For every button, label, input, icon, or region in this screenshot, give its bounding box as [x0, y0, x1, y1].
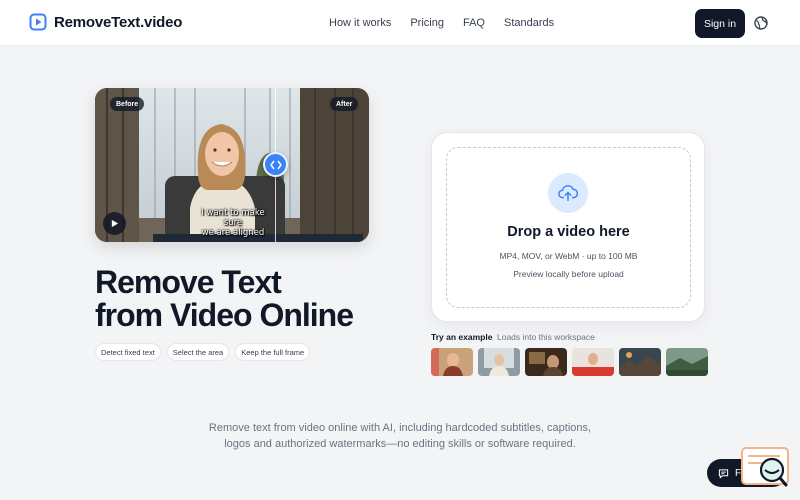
example-thumbnails	[431, 348, 708, 376]
play-icon	[111, 219, 119, 228]
brand-name: RemoveText.video	[54, 13, 183, 31]
nav-how-it-works[interactable]: How it works	[329, 17, 391, 29]
feature-chips: Detect fixed text Select the area Keep t…	[95, 343, 311, 361]
sign-in-button[interactable]: Sign in	[695, 9, 745, 38]
burned-in-subtitle: I want to make sure we are aligned	[201, 208, 265, 238]
accepted-formats: MP4, MOV, or WebM · up to 100 MB	[499, 251, 638, 261]
globe-icon[interactable]	[752, 14, 770, 32]
after-label: After	[330, 97, 359, 111]
page-title: Remove Text from Video Online	[95, 264, 354, 333]
play-button[interactable]	[103, 212, 126, 235]
page-description: Remove text from video online with AI, i…	[208, 422, 592, 450]
example-thumb[interactable]	[431, 348, 473, 376]
cloud-upload-icon	[558, 185, 579, 202]
nav-pricing[interactable]: Pricing	[410, 17, 444, 29]
chip-select-area: Select the area	[166, 343, 230, 361]
chat-icon	[718, 468, 729, 479]
examples-sublabel: Loads into this workspace	[497, 332, 595, 342]
top-bar: RemoveText.video How it works Pricing FA…	[0, 0, 800, 46]
example-thumb[interactable]	[666, 348, 708, 376]
compare-slider-handle[interactable]	[263, 152, 288, 177]
dropzone-title: Drop a video here	[507, 224, 630, 240]
main-nav: How it works Pricing FAQ Standards	[329, 17, 554, 29]
example-thumb[interactable]	[525, 348, 567, 376]
example-thumb[interactable]	[619, 348, 661, 376]
nav-faq[interactable]: FAQ	[463, 17, 485, 29]
preview-note: Preview locally before upload	[513, 269, 624, 279]
example-thumb[interactable]	[572, 348, 614, 376]
upload-icon-badge	[548, 173, 588, 213]
compare-handle-icon	[269, 160, 282, 169]
nav-standards[interactable]: Standards	[504, 17, 554, 29]
before-label: Before	[110, 97, 145, 111]
chip-keep-full-frame: Keep the full frame	[235, 343, 311, 361]
example-thumb[interactable]	[478, 348, 520, 376]
examples-label: Try an example	[431, 332, 493, 342]
brand-logo[interactable]: RemoveText.video	[29, 13, 182, 31]
play-logo-icon	[29, 13, 47, 31]
chip-detect-fixed-text: Detect fixed text	[95, 343, 161, 361]
assistant-widget-icon[interactable]	[740, 446, 790, 488]
